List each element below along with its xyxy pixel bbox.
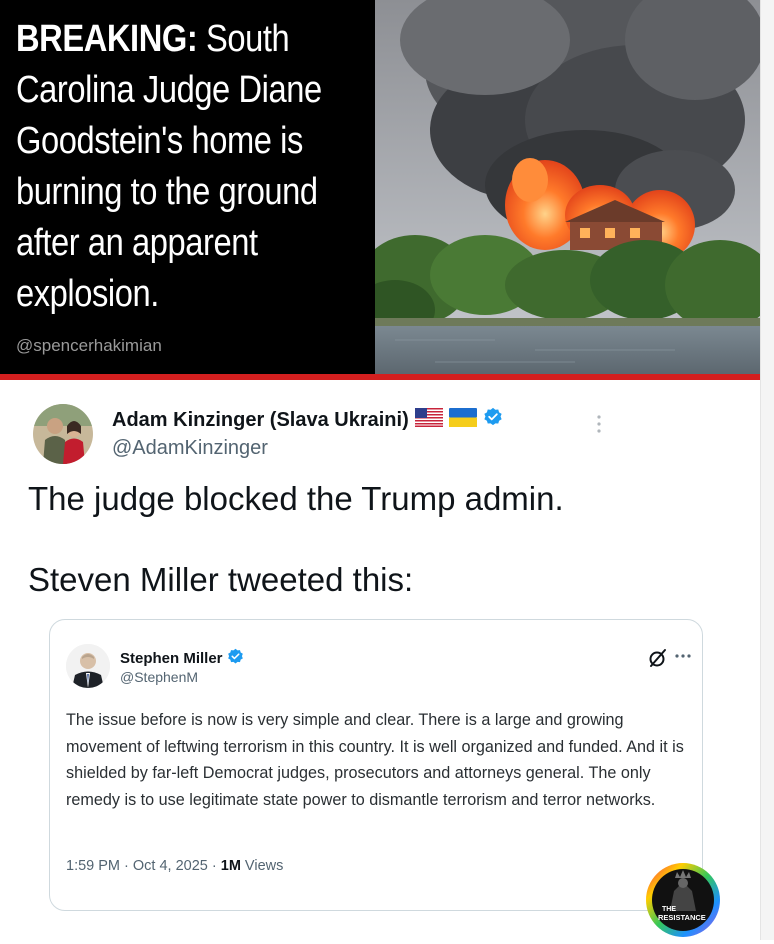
fire-photo-illustration: [375, 0, 760, 376]
banner-headline: BREAKING: South Carolina Judge Diane Goo…: [16, 14, 326, 320]
us-flag-icon: [414, 407, 443, 433]
author-display-name[interactable]: Adam Kinzinger (Slava Ukraini): [112, 409, 409, 432]
quoted-author-handle[interactable]: @StephenM: [120, 669, 198, 685]
kinzinger-avatar-image: [33, 404, 93, 464]
quoted-author-display-name[interactable]: Stephen Miller: [120, 650, 223, 667]
tweet-body-line-1: The judge blocked the Trump admin.: [28, 480, 564, 517]
ukraine-flag-icon: [448, 407, 477, 433]
views-label: Views: [240, 858, 284, 874]
quoted-author-name-row: Stephen Miller: [120, 648, 244, 669]
resistance-logo-resistance: RESISTANCE: [658, 913, 706, 922]
views-count: 1M: [220, 858, 241, 874]
banner-source-handle: @spencerhakimian: [16, 336, 162, 355]
avatar[interactable]: [33, 404, 93, 464]
quoted-tweet-timestamp[interactable]: 1:59 PM · Oct 4, 2025 ·: [66, 858, 221, 874]
breaking-keyword: BREAKING:: [16, 18, 198, 60]
avatar[interactable]: [66, 644, 110, 688]
author-handle[interactable]: @AdamKinzinger: [112, 437, 268, 460]
horizontal-ellipsis-icon[interactable]: [675, 646, 691, 663]
quoted-tweet-body: The issue before is now is very simple a…: [66, 711, 684, 809]
miller-avatar-image: [66, 644, 110, 688]
house-fire-photo: [375, 0, 760, 376]
vertical-ellipsis-icon[interactable]: [594, 414, 604, 434]
banner-red-divider: [0, 374, 760, 380]
verified-badge-icon: [483, 407, 503, 433]
breaking-news-banner: BREAKING: South Carolina Judge Diane Goo…: [0, 0, 774, 376]
grok-icon[interactable]: [648, 648, 668, 668]
resistance-logo-the: THE: [662, 906, 676, 913]
banner-headline-text: South Carolina Judge Diane Goodstein's h…: [16, 18, 322, 315]
tweet-body-line-2: Steven Miller tweeted this:: [28, 561, 414, 598]
resistance-logo: THE RESISTANCE: [644, 861, 722, 939]
author-name-row: Adam Kinzinger (Slava Ukraini): [112, 407, 503, 433]
quoted-tweet-card[interactable]: Stephen Miller @StephenM The issue befor…: [49, 619, 703, 911]
verified-badge-icon: [227, 648, 244, 669]
quoted-tweet-meta: 1:59 PM · Oct 4, 2025 · 1M Views: [66, 858, 283, 874]
right-edge-strip: [760, 0, 774, 940]
